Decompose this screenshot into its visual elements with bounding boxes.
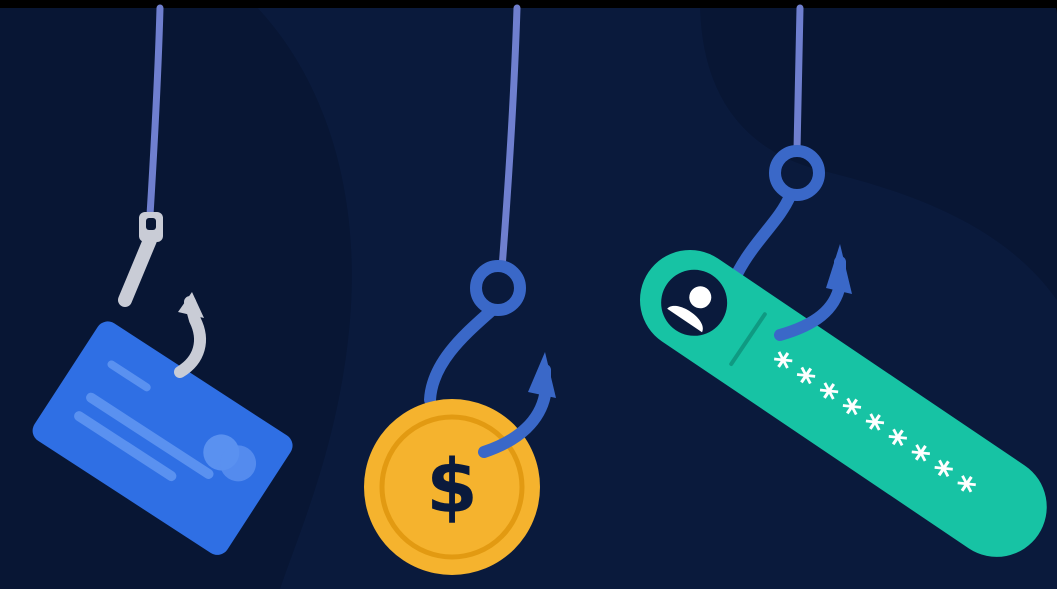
coin-symbol: $: [426, 444, 478, 530]
dollar-coin-icon: $: [364, 399, 540, 575]
fishing-line-3: [793, 4, 804, 154]
scene-svg: $ *********: [0, 0, 1057, 589]
phishing-illustration: $ *********: [0, 0, 1057, 589]
